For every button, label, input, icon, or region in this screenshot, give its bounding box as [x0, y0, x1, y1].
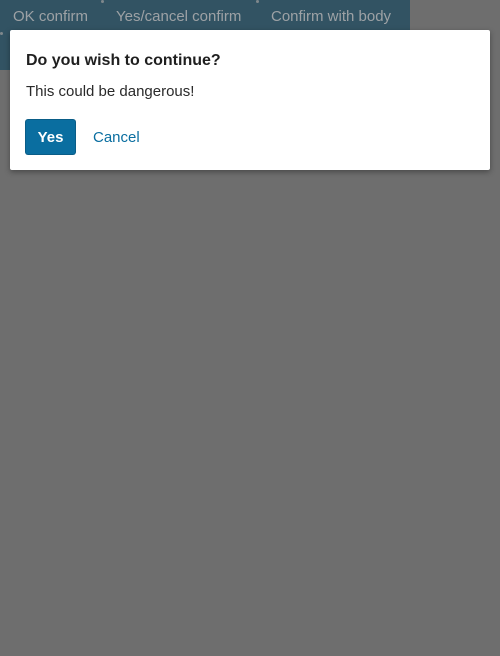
- yes-button[interactable]: Yes: [26, 120, 75, 154]
- dialog-title: Do you wish to continue?: [26, 52, 221, 69]
- confirm-dialog: Do you wish to continue? This could be d…: [10, 30, 490, 170]
- page: OK confirm Yes/cancel confirm Confirm wi…: [0, 0, 500, 656]
- dialog-body-text: This could be dangerous!: [26, 83, 195, 100]
- cancel-button[interactable]: Cancel: [93, 120, 140, 154]
